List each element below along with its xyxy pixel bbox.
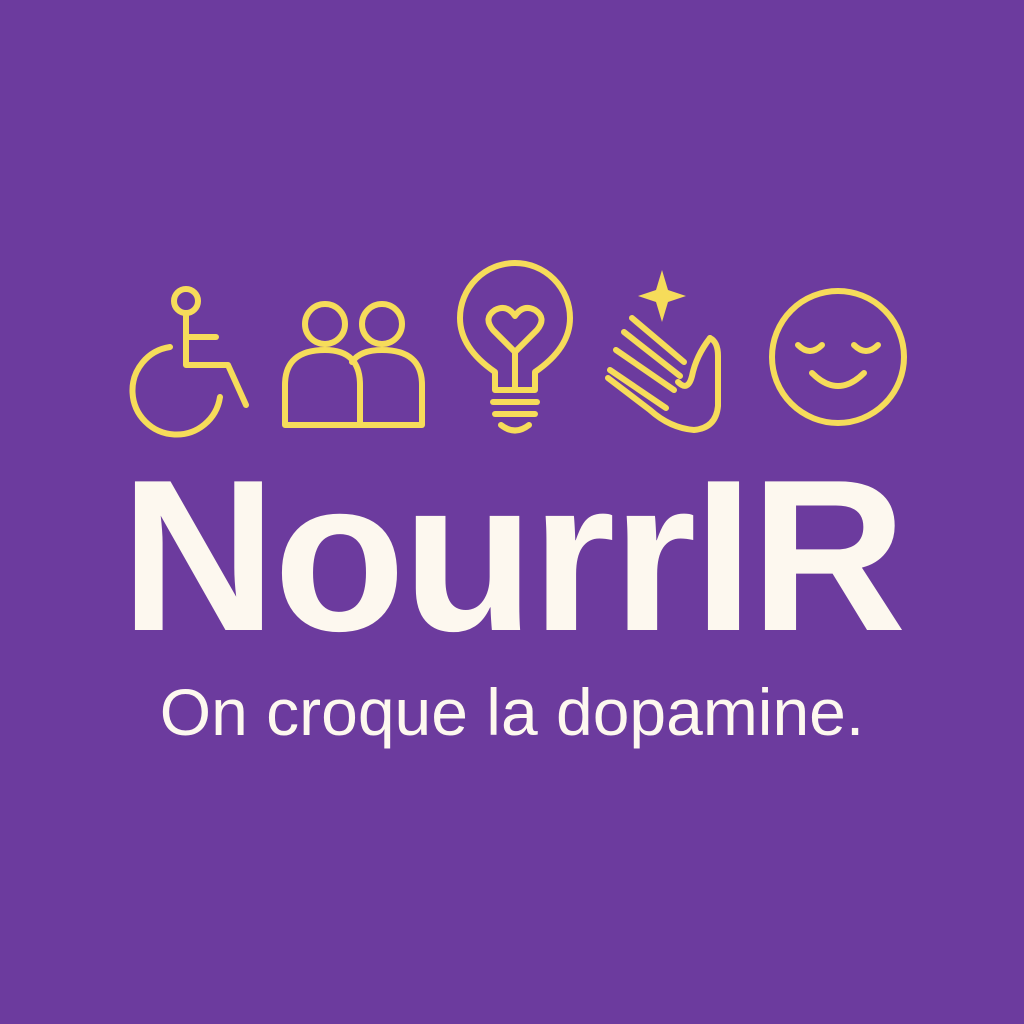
logo-canvas: NourrIR On croque la dopamine. [0, 0, 1024, 1024]
heart-lightbulb-icon [457, 260, 573, 434]
wheelchair-icon [129, 286, 249, 438]
icon-row [0, 255, 1024, 445]
sparkle-hand-icon [605, 270, 721, 433]
calm-smiley-icon [769, 288, 907, 426]
tagline: On croque la dopamine. [159, 675, 865, 749]
brand-name: NourrIR [120, 434, 907, 676]
two-people-icon [282, 301, 425, 428]
